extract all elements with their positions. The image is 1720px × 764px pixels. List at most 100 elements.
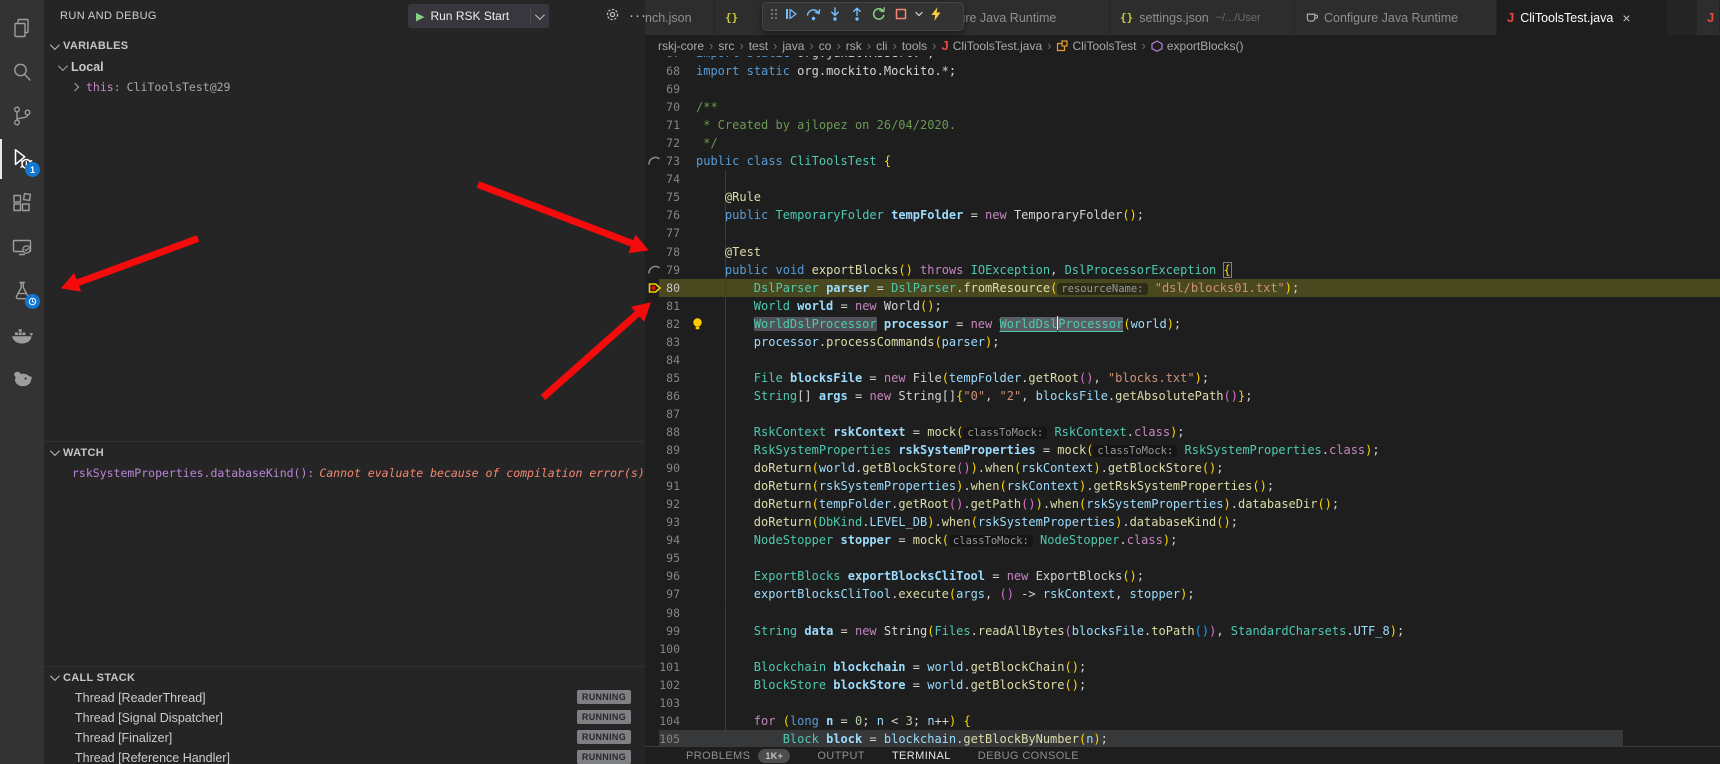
- gear-icon[interactable]: [605, 7, 620, 25]
- docker-icon: [9, 322, 35, 348]
- call-stack-thread[interactable]: Thread [Signal Dispatcher] RUNNING: [44, 708, 645, 728]
- activity-item-docker[interactable]: [0, 313, 44, 357]
- close-icon[interactable]: ×: [1622, 10, 1630, 26]
- tab-Configure Java Runtime[interactable]: Configure Java Runtime: [1295, 0, 1497, 35]
- tab-nch.json[interactable]: nch.json: [645, 0, 715, 35]
- line-number: 83: [645, 333, 680, 351]
- breadcrumb-item[interactable]: co: [819, 39, 832, 53]
- activity-item-testing[interactable]: [0, 269, 44, 313]
- run-config-label: Run RSK Start: [430, 9, 526, 23]
- editor-group: nch.json{}Configure Java Runtime{}settin…: [645, 0, 1720, 764]
- activity-item-extensions[interactable]: [0, 181, 44, 225]
- code-line-72: 72 */: [645, 134, 1720, 152]
- code-line-95: 95: [645, 549, 1720, 567]
- debug-toolbar: [762, 2, 964, 31]
- breadcrumb-item[interactable]: rsk: [846, 39, 862, 53]
- step-over-button[interactable]: [802, 5, 824, 29]
- breakpoint-current-statement-icon[interactable]: [647, 280, 663, 296]
- line-number: 85: [645, 369, 680, 387]
- line-number: 86: [645, 387, 680, 405]
- activity-bar: 1: [0, 0, 44, 764]
- code-line-94: 94 NodeStopper stopper = mock(classToMoc…: [645, 531, 1720, 549]
- panel-tab-problems[interactable]: PROBLEMS1K+: [686, 749, 790, 763]
- code-line-89: 89 RskSystemProperties rskSystemProperti…: [645, 441, 1720, 459]
- code-line-73: 73public class CliToolsTest {: [645, 152, 1720, 170]
- call-stack-section-header[interactable]: CALL STACK: [44, 666, 645, 688]
- breadcrumb-item[interactable]: JCliToolsTest.java: [942, 38, 1043, 53]
- activity-item-gradle[interactable]: [0, 356, 44, 400]
- line-number: 95: [645, 549, 680, 567]
- breadcrumb-item[interactable]: tools: [902, 39, 927, 53]
- breadcrumb-item[interactable]: test: [749, 39, 768, 53]
- line-number: 77: [645, 224, 680, 242]
- line-number: 99: [645, 622, 680, 640]
- code-line-92: 92 doReturn(tempFolder.getRoot().getPath…: [645, 495, 1720, 513]
- activity-item-remote-explorer[interactable]: [0, 225, 44, 269]
- watch-expression[interactable]: rskSystemProperties.databaseKind():Canno…: [44, 463, 645, 483]
- line-number: 104: [645, 712, 680, 730]
- code-line-69: 69: [645, 80, 1720, 98]
- watch-header-label: WATCH: [63, 447, 104, 459]
- hot-code-replace-button[interactable]: [925, 5, 947, 29]
- call-stack-thread[interactable]: Thread [Finalizer] RUNNING: [44, 728, 645, 748]
- breadcrumb-item[interactable]: rskj-core: [658, 39, 704, 53]
- call-stack-thread[interactable]: Thread [Reference Handler] RUNNING: [44, 748, 645, 764]
- line-number: 93: [645, 513, 680, 531]
- code-line-77: 77: [645, 224, 1720, 242]
- step-out-button[interactable]: [846, 5, 868, 29]
- breadcrumb-item[interactable]: cli: [876, 39, 887, 53]
- breadcrumb-item[interactable]: src: [718, 39, 734, 53]
- line-number: 69: [645, 80, 680, 98]
- panel-tab-debug-console[interactable]: DEBUG CONSOLE: [978, 750, 1079, 762]
- fold-range-icon[interactable]: [647, 262, 663, 278]
- continue-button[interactable]: [780, 5, 802, 29]
- panel-tab-output[interactable]: OUTPUT: [817, 750, 865, 762]
- breadcrumb-item[interactable]: exportBlocks(): [1151, 39, 1244, 53]
- code-line-85: 85 File blocksFile = new File(tempFolder…: [645, 369, 1720, 387]
- code-line-98: 98: [645, 604, 1720, 622]
- code-line-100: 100: [645, 640, 1720, 658]
- step-out-icon: [849, 6, 865, 27]
- breadcrumb-item[interactable]: CliToolsTest: [1056, 39, 1136, 53]
- code-editor[interactable]: 67import static org.junit.Assert.*;68imp…: [645, 56, 1720, 746]
- breadcrumb-item[interactable]: java: [782, 39, 804, 53]
- restart-button[interactable]: [868, 5, 890, 29]
- variable-this[interactable]: this: CliToolsTest@29: [44, 77, 645, 97]
- watch-section-header[interactable]: WATCH: [44, 441, 645, 463]
- thread-status-badge: RUNNING: [577, 730, 631, 744]
- extensions-icon: [10, 191, 34, 215]
- variables-section-header[interactable]: VARIABLES: [44, 35, 645, 57]
- run-play-icon[interactable]: ▶: [416, 10, 424, 23]
- step-into-button[interactable]: [824, 5, 846, 29]
- line-number: 103: [645, 694, 680, 712]
- line-number: 102: [645, 676, 680, 694]
- code-line-79: 79 public void exportBlocks() throws IOE…: [645, 261, 1720, 279]
- tab-settings.json[interactable]: {}settings.json~/.../User: [1110, 0, 1295, 35]
- run-config-chevron-icon[interactable]: [535, 10, 545, 20]
- restart-icon: [871, 6, 887, 27]
- code-line-86: 86 String[] args = new String[]{"0", "2"…: [645, 387, 1720, 405]
- panel-tab-terminal[interactable]: TERMINAL: [892, 750, 951, 762]
- call-stack-header-label: CALL STACK: [63, 672, 135, 684]
- activity-item-explorer[interactable]: [0, 6, 44, 50]
- fold-range-icon[interactable]: [647, 153, 663, 169]
- call-stack-thread[interactable]: Thread [ReaderThread] RUNNING: [44, 688, 645, 708]
- activity-item-search[interactable]: [0, 50, 44, 94]
- code-line-96: 96 ExportBlocks exportBlocksCliTool = ne…: [645, 567, 1720, 585]
- activity-item-run-and-debug[interactable]: 1: [0, 137, 44, 181]
- variables-scope-local[interactable]: Local: [44, 57, 645, 77]
- java-runtime-icon: [1305, 10, 1318, 26]
- code-line-104: 104 for (long n = 0; n < 3; n++) {: [645, 712, 1720, 730]
- code-line-93: 93 doReturn(DbKind.LEVEL_DB).when(rskSys…: [645, 513, 1720, 531]
- run-config-dropdown[interactable]: ▶ Run RSK Start: [408, 4, 549, 28]
- continue-icon: [783, 6, 799, 27]
- tab-CliToolsTest.java[interactable]: JCliToolsTest.java×: [1497, 0, 1668, 35]
- stop-dropdown-button[interactable]: [912, 5, 925, 29]
- drag-handle-button[interactable]: [767, 5, 780, 29]
- activity-item-source-control[interactable]: [0, 94, 44, 138]
- line-number: 75: [645, 188, 680, 206]
- chevron-down-icon: [50, 446, 60, 456]
- code-line-90: 90 doReturn(world.getBlockStore()).when(…: [645, 459, 1720, 477]
- tab-partial[interactable]: J: [1697, 0, 1720, 35]
- stop-button[interactable]: [890, 5, 912, 29]
